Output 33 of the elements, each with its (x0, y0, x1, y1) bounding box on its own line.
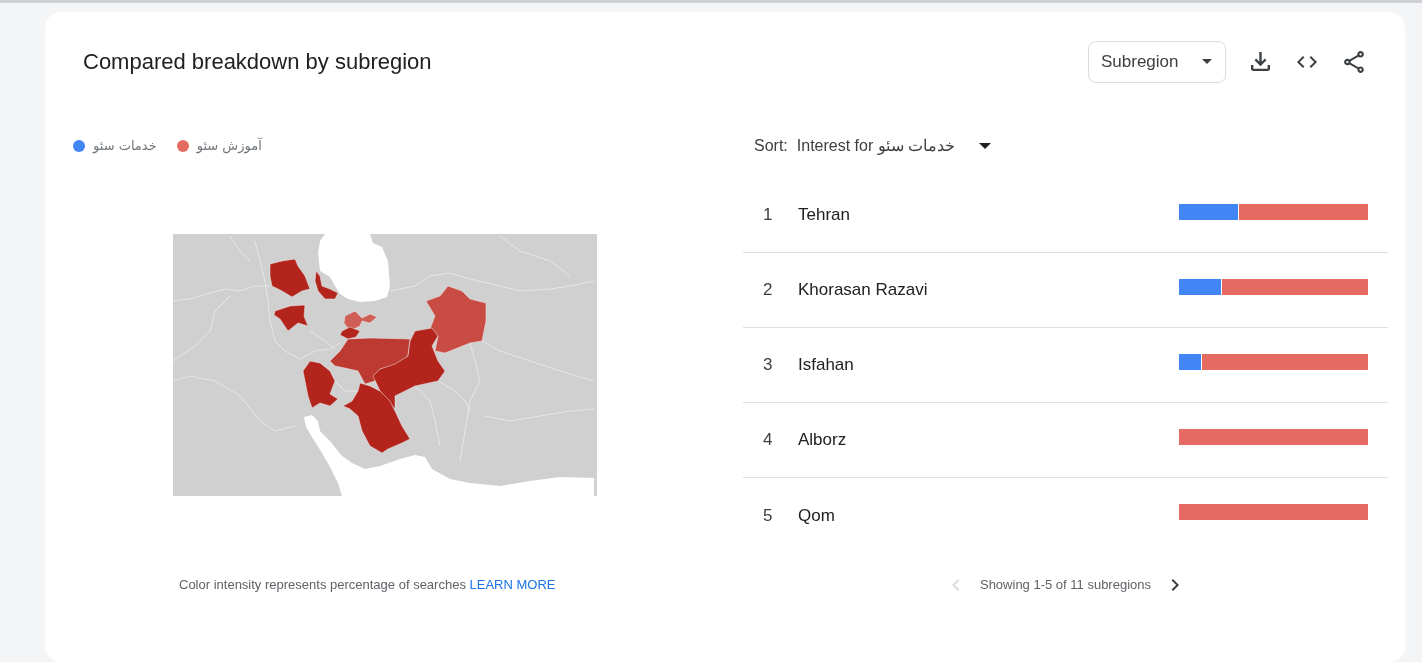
share-icon (1344, 50, 1364, 73)
code-icon (1297, 55, 1317, 68)
province-shape (273, 304, 309, 332)
border-line (229, 235, 251, 262)
caret-icon (1202, 59, 1212, 65)
rank-number: 5 (763, 504, 774, 527)
subregion-name: Isfahan (798, 354, 854, 377)
subregion-name: Khorasan Razavi (798, 279, 928, 302)
province-shape (425, 285, 487, 354)
sort-label: Sort: (754, 135, 788, 156)
card-title: Compared breakdown by subregion (83, 48, 432, 77)
rank-number: 4 (763, 429, 774, 452)
pagination-text: Showing 1-5 of 11 subregions (979, 576, 1151, 595)
rank-number: 1 (763, 204, 774, 227)
map-note: Color intensity represents percentage of searches LEARN MORE (179, 576, 557, 593)
chevron-left-icon (951, 578, 960, 591)
caret-icon (979, 142, 992, 149)
region-level-dropdown[interactable]: Subregion (1088, 40, 1226, 83)
sea-shape (318, 233, 390, 302)
legend-label: آموزش سئو (196, 136, 262, 156)
download-icon (1250, 52, 1270, 72)
subregion-name: Tehran (798, 204, 850, 227)
subregion-name: Alborz (798, 429, 847, 452)
rank-number: 2 (763, 279, 774, 302)
rank-number: 3 (763, 354, 774, 377)
chevron-right-icon (1171, 578, 1179, 591)
province-shape (269, 258, 311, 298)
sort-dropdown[interactable]: Interest for خدمات سئو (796, 133, 992, 158)
subregion-name: Qom (798, 504, 835, 527)
border-line (334, 380, 359, 392)
learn-more-link[interactable]: LEARN MORE (469, 576, 556, 592)
legend-label: خدمات سئو (93, 137, 157, 156)
province-shape (314, 270, 339, 300)
